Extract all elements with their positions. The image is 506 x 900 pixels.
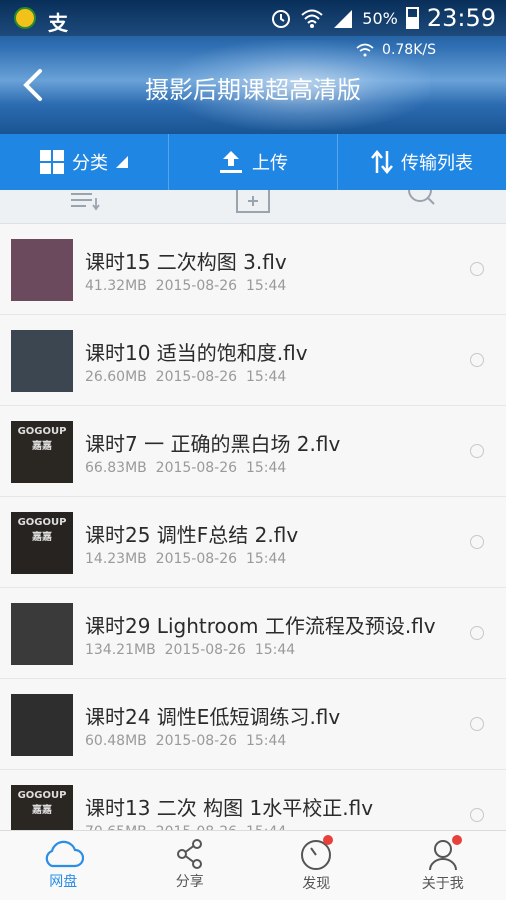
nav-netdisk-label: 网盘 — [49, 874, 78, 890]
signal-icon — [334, 10, 353, 28]
video-thumbnail — [11, 330, 73, 392]
file-row[interactable]: GOGOUP 嘉嘉 课时7 一 正确的黑白场 2.flv 66.83MB 2015-… — [0, 406, 506, 497]
file-meta: 14.23MB 2015-08-26 15:44 — [85, 551, 286, 567]
video-thumbnail: GOGOUP 嘉嘉 — [11, 785, 73, 830]
file-size: 60.48MB — [85, 733, 147, 749]
about-me-badge — [451, 835, 462, 845]
nav-about-me[interactable]: 关于我 — [380, 831, 506, 900]
file-meta: 26.60MB 2015-08-26 15:44 — [85, 369, 286, 385]
thumbnail-watermark: GOGOUP 嘉嘉 — [17, 426, 67, 452]
video-thumbnail: GOGOUP 嘉嘉 — [11, 512, 73, 574]
upload-icon — [220, 151, 242, 173]
cloud-icon — [46, 840, 85, 868]
dropdown-triangle-icon — [116, 156, 128, 168]
file-date: 2015-08-26 — [164, 642, 246, 658]
file-name: 课时10 适当的饱和度.flv — [85, 341, 308, 365]
nav-share[interactable]: 分享 — [127, 831, 254, 900]
file-row[interactable]: GOGOUP 嘉嘉课时13 二次 构图 1水平校正.flv70.65MB 201… — [0, 770, 506, 830]
video-thumbnail — [11, 603, 73, 665]
new-folder-icon[interactable] — [236, 190, 270, 214]
page-title: 摄影后期课超高清版 — [145, 76, 361, 104]
battery-percent: 50% — [362, 8, 398, 28]
file-time: 15:44 — [254, 642, 296, 658]
select-radio[interactable] — [470, 262, 484, 276]
category-button[interactable]: 分类 — [0, 134, 169, 190]
transfer-list-button[interactable]: 传输列表 — [338, 134, 506, 190]
thumbnail-watermark: GOGOUP 嘉嘉 — [17, 790, 67, 816]
header: 支 50% 23:59 0.78K/S 摄影后期课超高清版 — [0, 0, 506, 134]
file-time: 15:44 — [245, 278, 287, 294]
grid-icon — [40, 150, 64, 174]
select-radio[interactable] — [470, 353, 484, 367]
file-time: 15:44 — [245, 369, 287, 385]
file-name: 课时29 Lightroom 工作流程及预设.flv — [85, 614, 436, 638]
battery-icon — [405, 7, 419, 29]
video-thumbnail — [11, 239, 73, 301]
file-meta: 134.21MB 2015-08-26 15:44 — [85, 642, 295, 658]
transfer-arrows-icon — [371, 150, 393, 174]
video-thumbnail — [11, 694, 73, 756]
select-radio[interactable] — [470, 444, 484, 458]
thumbnail-watermark: GOGOUP 嘉嘉 — [17, 517, 67, 543]
file-meta: 60.48MB 2015-08-26 15:44 — [85, 733, 286, 749]
action-subbar — [0, 190, 506, 224]
net-speed-text: 0.78K/S — [382, 42, 436, 58]
file-date: 2015-08-26 — [155, 369, 238, 385]
bottom-nav: 网盘 分享 发现 关于我 — [0, 830, 506, 900]
sort-icon[interactable] — [70, 190, 100, 212]
search-icon[interactable] — [406, 190, 436, 214]
file-size: 14.23MB — [85, 551, 147, 567]
file-name: 课时7 一 正确的黑白场 2.flv — [85, 432, 341, 456]
select-radio[interactable] — [470, 717, 484, 731]
select-radio[interactable] — [470, 535, 484, 549]
nav-share-label: 分享 — [175, 874, 204, 890]
file-row[interactable]: GOGOUP 嘉嘉 课时25 调性F总结 2.flv 14.23MB 2015-08… — [0, 497, 506, 588]
file-name: 课时15 二次构图 3.flv — [85, 250, 287, 274]
nav-discover-label: 发现 — [302, 876, 331, 892]
file-meta: 41.32MB 2015-08-26 15:44 — [85, 278, 286, 294]
file-date: 2015-08-26 — [155, 460, 238, 476]
wifi-icon — [301, 9, 323, 28]
file-date: 2015-08-26 — [155, 278, 238, 294]
alipay-notification-icon: 支 — [48, 11, 68, 35]
select-radio[interactable] — [470, 808, 484, 822]
file-row[interactable]: 课时29 Lightroom 工作流程及预设.flv 134.21MB 2015-… — [0, 588, 506, 679]
network-speed: 0.78K/S — [356, 42, 436, 58]
select-radio[interactable] — [470, 626, 484, 640]
file-list: 课时15 二次构图 3.flv 41.32MB 2015-08-26 15:44 课… — [0, 224, 506, 830]
share-icon — [176, 839, 202, 869]
discover-badge — [323, 835, 333, 845]
file-row[interactable]: 课时24 调性E低短调练习.flv 60.48MB 2015-08-26 15:4… — [0, 679, 506, 770]
file-time: 15:44 — [245, 733, 287, 749]
file-name: 课时25 调性F总结 2.flv — [85, 523, 299, 547]
file-row[interactable]: 课时15 二次构图 3.flv 41.32MB 2015-08-26 15:44 — [0, 224, 506, 315]
file-row[interactable]: 课时10 适当的饱和度.flv 26.60MB 2015-08-26 15:44 — [0, 315, 506, 406]
file-size: 41.32MB — [85, 278, 147, 294]
category-label: 分类 — [72, 153, 108, 174]
file-date: 2015-08-26 — [155, 551, 238, 567]
alarm-icon — [272, 10, 291, 28]
file-meta: 66.83MB 2015-08-26 15:44 — [85, 460, 286, 476]
file-name: 课时24 调性E低短调练习.flv — [85, 705, 341, 729]
file-size: 26.60MB — [85, 369, 147, 385]
file-name: 课时13 二次 构图 1水平校正.flv — [85, 796, 374, 820]
file-size: 66.83MB — [85, 460, 147, 476]
clock: 23:59 — [426, 4, 496, 32]
file-date: 2015-08-26 — [155, 733, 238, 749]
file-size: 134.21MB — [85, 642, 156, 658]
toolbar: 分类 上传 传输列表 — [0, 134, 506, 190]
file-time: 15:44 — [245, 460, 287, 476]
nav-about-me-label: 关于我 — [421, 876, 464, 892]
wifi-small-icon — [356, 43, 374, 57]
notification-app-icon — [14, 7, 36, 29]
status-bar: 支 50% 23:59 — [0, 0, 506, 36]
upload-label: 上传 — [252, 153, 288, 174]
video-thumbnail: GOGOUP 嘉嘉 — [11, 421, 73, 483]
transfer-list-label: 传输列表 — [401, 153, 473, 174]
nav-netdisk[interactable]: 网盘 — [0, 831, 127, 900]
upload-button[interactable]: 上传 — [169, 134, 338, 190]
nav-discover[interactable]: 发现 — [253, 831, 380, 900]
file-time: 15:44 — [245, 551, 287, 567]
